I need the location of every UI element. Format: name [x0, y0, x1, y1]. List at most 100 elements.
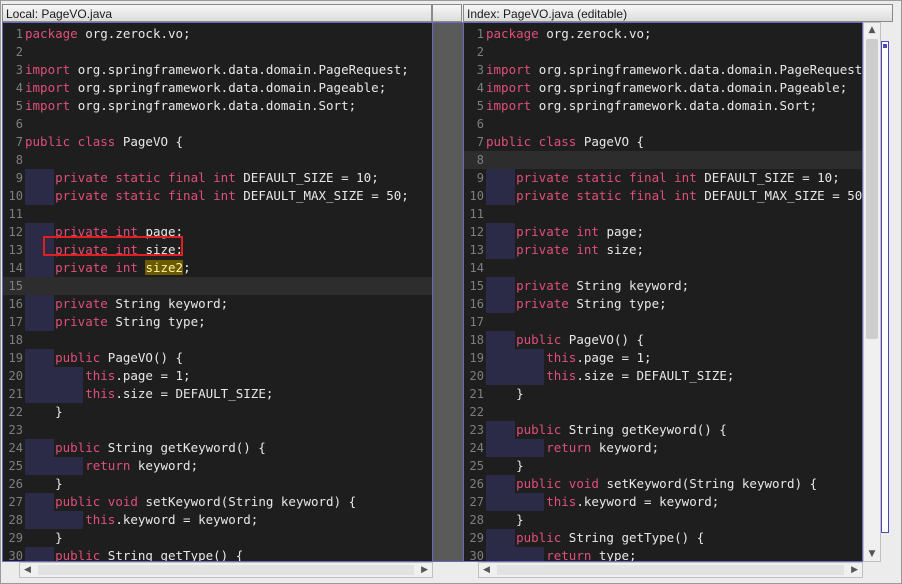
line-number: 4 — [15, 81, 23, 95]
code-line[interactable]: 28 } — [464, 511, 862, 529]
code-token: String type; — [576, 296, 667, 311]
diff-overview-ruler[interactable] — [881, 41, 889, 533]
code-line[interactable]: 12 private int page; — [464, 223, 862, 241]
code-line[interactable]: 30 return type; — [464, 547, 862, 561]
code-line[interactable]: 18 — [3, 331, 432, 349]
code-line[interactable]: 7 public class PageVO { — [3, 133, 432, 151]
left-horizontal-scrollbar[interactable]: ◀ ▶ — [19, 562, 433, 578]
code-line[interactable]: 1 package org.zerock.vo; — [3, 25, 432, 43]
code-line[interactable]: 25 return keyword; — [3, 457, 432, 475]
left-code-editor[interactable]: 1 package org.zerock.vo; 2 3 import org.spri… — [2, 22, 433, 562]
code-token: ; — [183, 260, 191, 275]
line-number: 17 — [469, 315, 484, 329]
code-line[interactable]: 29 public String getType() { — [464, 529, 862, 547]
code-line[interactable]: 8 — [464, 151, 862, 169]
vertical-scrollbar[interactable]: ▲ ▼ — [863, 22, 881, 562]
code-line[interactable]: 9 private static final int DEFAULT_SIZE … — [464, 169, 862, 187]
code-token: String getType() { — [568, 530, 705, 545]
scroll-right-icon[interactable]: ▶ — [421, 563, 428, 577]
code-line[interactable]: 19 public PageVO() { — [3, 349, 432, 367]
code-line[interactable]: 21 this.size = DEFAULT_SIZE; — [3, 385, 432, 403]
line-number: 28 — [8, 513, 23, 527]
scroll-thumb[interactable] — [866, 39, 878, 339]
keyword-token: public void — [516, 476, 599, 491]
code-line[interactable]: 5 import org.springframework.data.domain.… — [464, 97, 862, 115]
code-line[interactable]: 14 private int size2; — [3, 259, 432, 277]
code-line[interactable]: 17 — [464, 313, 862, 331]
code-line[interactable]: 15 — [3, 277, 432, 295]
code-line[interactable]: 27 this.keyword = keyword; — [464, 493, 862, 511]
code-line[interactable]: 20 this.page = 1; — [3, 367, 432, 385]
code-line[interactable]: 4 import org.springframework.data.domain.… — [464, 79, 862, 97]
code-line[interactable]: 26 } — [3, 475, 432, 493]
scroll-down-icon[interactable]: ▼ — [864, 547, 880, 561]
code-line[interactable]: 2 — [3, 43, 432, 61]
code-line[interactable]: 6 — [3, 115, 432, 133]
line-number: 23 — [469, 423, 484, 437]
code-line[interactable]: 1 package org.zerock.vo; — [464, 25, 862, 43]
right-h-thumb[interactable] — [497, 565, 844, 575]
code-line[interactable]: 17 private String type; — [3, 313, 432, 331]
code-line[interactable]: 14 — [464, 259, 862, 277]
code-line[interactable]: 16 private String type; — [464, 295, 862, 313]
code-text: } — [25, 475, 63, 493]
code-line[interactable]: 18 public PageVO() { — [464, 331, 862, 349]
code-token: .keyword = keyword; — [576, 494, 720, 509]
code-line[interactable]: 13 private int size; — [464, 241, 862, 259]
right-pane-title: Index: PageVO.java (editable) — [463, 4, 893, 22]
code-line[interactable]: 24 public String getKeyword() { — [3, 439, 432, 457]
scroll-left-icon[interactable]: ◀ — [24, 563, 31, 577]
keyword-token: private int — [55, 260, 138, 275]
scroll-up-icon[interactable]: ▲ — [864, 23, 880, 37]
line-number: 21 — [8, 387, 23, 401]
code-line[interactable]: 11 — [3, 205, 432, 223]
code-line[interactable]: 16 private String keyword; — [3, 295, 432, 313]
code-line[interactable]: 19 this.page = 1; — [464, 349, 862, 367]
code-line[interactable]: 25 } — [464, 457, 862, 475]
right-horizontal-scrollbar[interactable]: ◀ ▶ — [478, 562, 863, 578]
code-line[interactable]: 8 — [3, 151, 432, 169]
code-line[interactable]: 3 import org.springframework.data.domain.… — [3, 61, 432, 79]
code-text: private static final int DEFAULT_SIZE = … — [486, 169, 840, 187]
keyword-token: public — [55, 440, 101, 455]
code-line[interactable]: 26 public void setKeyword(String keyword… — [464, 475, 862, 493]
right-code-editor[interactable]: 1 package org.zerock.vo; 2 3 import org.spri… — [463, 22, 863, 562]
code-text: } — [486, 385, 524, 403]
code-line[interactable]: 21 } — [464, 385, 862, 403]
code-line[interactable]: 20 this.size = DEFAULT_SIZE; — [464, 367, 862, 385]
scroll-right-icon[interactable]: ▶ — [851, 563, 858, 577]
code-line[interactable]: 27 public void setKeyword(String keyword… — [3, 493, 432, 511]
code-line[interactable]: 3 import org.springframework.data.domain.… — [464, 61, 862, 79]
code-line[interactable]: 2 — [464, 43, 862, 61]
keyword-token: public class — [486, 134, 577, 149]
code-line[interactable]: 28 this.keyword = keyword; — [3, 511, 432, 529]
code-text: import org.springframework.data.domain.P… — [25, 61, 409, 79]
code-line[interactable]: 6 — [464, 115, 862, 133]
code-line[interactable]: 10 private static final int DEFAULT_MAX_… — [3, 187, 432, 205]
code-line[interactable]: 9 private static final int DEFAULT_SIZE … — [3, 169, 432, 187]
code-line[interactable]: 7 public class PageVO { — [464, 133, 862, 151]
code-line[interactable]: 23 public String getKeyword() { — [464, 421, 862, 439]
code-token: DEFAULT_MAX_SIZE = 50; — [704, 188, 863, 203]
line-number: 25 — [469, 459, 484, 473]
scroll-left-icon[interactable]: ◀ — [483, 563, 490, 577]
code-line[interactable]: 10 private static final int DEFAULT_MAX_… — [464, 187, 862, 205]
code-line[interactable]: 24 return keyword; — [464, 439, 862, 457]
code-line[interactable]: 5 import org.springframework.data.domain.… — [3, 97, 432, 115]
code-text: public PageVO() { — [486, 331, 644, 349]
code-line[interactable]: 11 — [464, 205, 862, 223]
code-line[interactable]: 23 — [3, 421, 432, 439]
code-line[interactable]: 29 } — [3, 529, 432, 547]
code-text: public void setKeyword(String keyword) { — [486, 475, 817, 493]
code-line[interactable]: 22 } — [3, 403, 432, 421]
left-h-thumb[interactable] — [38, 565, 414, 575]
code-line[interactable]: 22 — [464, 403, 862, 421]
code-text: private String type; — [25, 313, 206, 331]
code-line[interactable]: 4 import org.springframework.data.domain.… — [3, 79, 432, 97]
code-line[interactable]: 30 public String getType() { — [3, 547, 432, 561]
code-token: setKeyword(String keyword) { — [145, 494, 357, 509]
code-token: org.springframework.data.domain.Pageable… — [77, 80, 387, 95]
code-line[interactable]: 15 private String keyword; — [464, 277, 862, 295]
